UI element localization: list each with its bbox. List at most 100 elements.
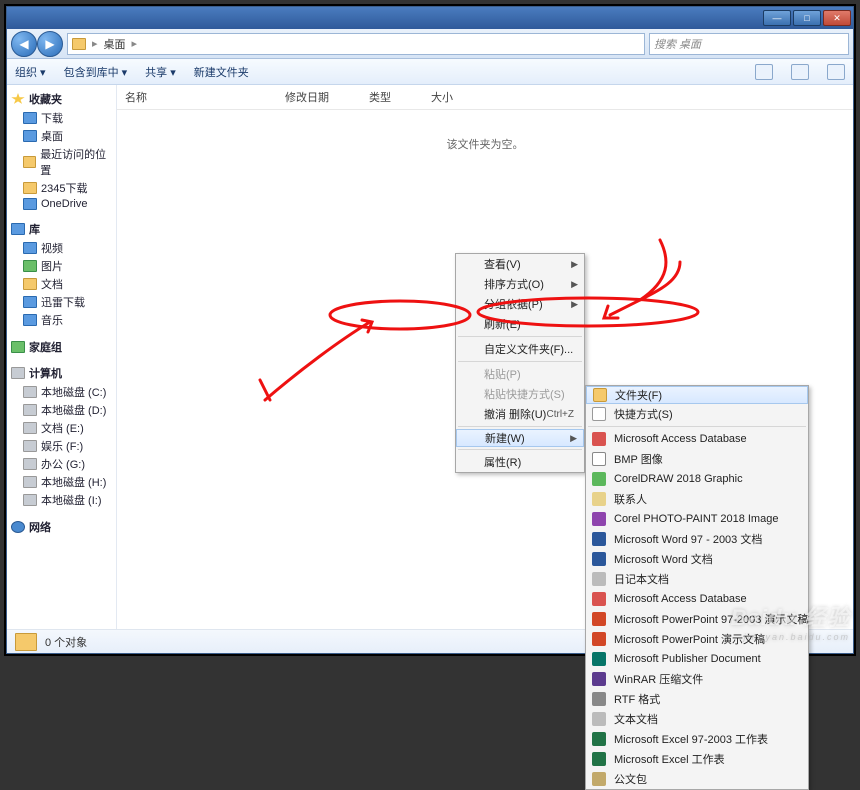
col-type[interactable]: 类型 [369, 89, 391, 105]
sidebar-item-downloads[interactable]: 下载 [41, 110, 63, 126]
sidebar-libraries-head[interactable]: 库 [29, 221, 40, 237]
menu-group[interactable]: 分组依据(P)▶ [456, 294, 584, 314]
sidebar-network-head[interactable]: 网络 [29, 519, 51, 535]
sidebar-item-documents[interactable]: 文档 [41, 276, 63, 292]
sidebar-item-drive-h[interactable]: 本地磁盘 (H:) [41, 474, 106, 490]
preview-pane-button[interactable] [791, 64, 809, 80]
col-name[interactable]: 名称 [125, 89, 245, 105]
file-list-area[interactable]: 名称 修改日期 类型 大小 该文件夹为空。 查看(V)▶ 排序方式(O)▶ 分组… [117, 85, 853, 629]
drive-icon [23, 422, 37, 434]
breadcrumb-sep: ▸ [92, 37, 98, 50]
menu-view[interactable]: 查看(V)▶ [456, 254, 584, 274]
submenu-item[interactable]: WinRAR 压缩文件 [586, 669, 808, 689]
filetype-icon [592, 632, 606, 646]
submenu-item[interactable]: Corel PHOTO-PAINT 2018 Image [586, 509, 808, 529]
submenu-item[interactable]: BMP 图像 [586, 449, 808, 469]
submenu-item[interactable]: Microsoft Publisher Document [586, 649, 808, 669]
desktop-icon [23, 130, 37, 142]
submenu-item[interactable]: CorelDRAW 2018 Graphic [586, 469, 808, 489]
filetype-icon [592, 452, 606, 466]
filetype-icon [592, 512, 606, 526]
submenu-item[interactable]: 联系人 [586, 489, 808, 509]
star-icon [11, 93, 25, 105]
menu-undo[interactable]: 撤消 删除(U)Ctrl+Z [456, 404, 584, 424]
submenu-item[interactable]: Microsoft Access Database [586, 429, 808, 449]
filetype-icon [592, 592, 606, 606]
filetype-icon [592, 772, 606, 786]
submenu-item[interactable]: RTF 格式 [586, 689, 808, 709]
col-date[interactable]: 修改日期 [285, 89, 329, 105]
sidebar-item-desktop[interactable]: 桌面 [41, 128, 63, 144]
menu-properties[interactable]: 属性(R) [456, 452, 584, 472]
back-button[interactable]: ◀ [11, 31, 37, 57]
submenu-item-label: Microsoft Excel 工作表 [614, 751, 725, 767]
submenu-item[interactable]: 日记本文档 [586, 569, 808, 589]
breadcrumb-desktop[interactable]: 桌面 [104, 36, 126, 52]
minimize-button[interactable]: — [763, 10, 791, 26]
submenu-item[interactable]: 公文包 [586, 769, 808, 789]
onedrive-icon [23, 198, 37, 210]
column-headers[interactable]: 名称 修改日期 类型 大小 [117, 85, 853, 110]
help-button[interactable] [827, 64, 845, 80]
sidebar-item-music[interactable]: 音乐 [41, 312, 63, 328]
view-options-button[interactable] [755, 64, 773, 80]
folder-icon [15, 633, 37, 651]
sidebar-item-drive-e[interactable]: 文档 (E:) [41, 420, 84, 436]
breadcrumb-sep: ▸ [132, 37, 138, 50]
sidebar-item-drive-g[interactable]: 办公 (G:) [41, 456, 85, 472]
sidebar-item-2345[interactable]: 2345下载 [41, 180, 87, 196]
submenu-item-label: Microsoft Word 97 - 2003 文档 [614, 531, 762, 547]
include-in-library-menu[interactable]: 包含到库中 ▾ [64, 64, 128, 80]
submenu-item[interactable]: Microsoft Excel 工作表 [586, 749, 808, 769]
submenu-item[interactable]: Microsoft Word 97 - 2003 文档 [586, 529, 808, 549]
submenu-item-label: Microsoft Access Database [614, 593, 747, 605]
sidebar-item-pictures[interactable]: 图片 [41, 258, 63, 274]
picture-icon [23, 260, 37, 272]
submenu-item-label: BMP 图像 [614, 451, 663, 467]
close-button[interactable]: ✕ [823, 10, 851, 26]
menu-customize[interactable]: 自定义文件夹(F)... [456, 339, 584, 359]
sidebar-item-drive-d[interactable]: 本地磁盘 (D:) [41, 402, 106, 418]
filetype-icon [592, 472, 606, 486]
address-bar[interactable]: ▸ 桌面 ▸ [67, 33, 645, 55]
sidebar-item-recent[interactable]: 最近访问的位置 [40, 146, 112, 178]
menu-new[interactable]: 新建(W)▶ [456, 429, 584, 447]
new-folder-button[interactable]: 新建文件夹 [194, 64, 249, 80]
sidebar-item-drive-c[interactable]: 本地磁盘 (C:) [41, 384, 106, 400]
menu-refresh[interactable]: 刷新(E) [456, 314, 584, 334]
document-icon [23, 278, 37, 290]
sidebar-computer-head[interactable]: 计算机 [29, 365, 62, 381]
col-size[interactable]: 大小 [431, 89, 453, 105]
library-icon [11, 223, 25, 235]
submenu-item-label: Corel PHOTO-PAINT 2018 Image [614, 513, 778, 525]
menu-paste: 粘贴(P) [456, 364, 584, 384]
sidebar-item-drive-f[interactable]: 娱乐 (F:) [41, 438, 83, 454]
menu-sort[interactable]: 排序方式(O)▶ [456, 274, 584, 294]
submenu-folder[interactable]: 文件夹(F) [586, 386, 808, 404]
sidebar-item-thunder[interactable]: 迅雷下载 [41, 294, 85, 310]
submenu-shortcut[interactable]: 快捷方式(S) [586, 404, 808, 424]
nav-bar: ◀ ▶ ▸ 桌面 ▸ 搜索 桌面 [7, 29, 853, 59]
sidebar-item-onedrive[interactable]: OneDrive [41, 198, 87, 210]
sidebar-favorites-head[interactable]: 收藏夹 [29, 91, 62, 107]
submenu-item[interactable]: 文本文档 [586, 709, 808, 729]
organize-menu[interactable]: 组织 ▾ [15, 64, 46, 80]
submenu-item-label: 联系人 [614, 491, 647, 507]
share-menu[interactable]: 共享 ▾ [145, 64, 176, 80]
submenu-item-label: WinRAR 压缩文件 [614, 671, 703, 687]
sidebar-homegroup-head[interactable]: 家庭组 [29, 339, 62, 355]
filetype-icon [592, 732, 606, 746]
folder-icon [72, 38, 86, 50]
submenu-item[interactable]: Microsoft Word 文档 [586, 549, 808, 569]
sidebar-item-drive-i[interactable]: 本地磁盘 (I:) [41, 492, 102, 508]
search-input[interactable]: 搜索 桌面 [649, 33, 849, 55]
toolbar: 组织 ▾ 包含到库中 ▾ 共享 ▾ 新建文件夹 [7, 59, 853, 85]
drive-icon [23, 476, 37, 488]
computer-icon [11, 367, 25, 379]
forward-button[interactable]: ▶ [37, 31, 63, 57]
maximize-button[interactable]: □ [793, 10, 821, 26]
submenu-item[interactable]: Microsoft Excel 97-2003 工作表 [586, 729, 808, 749]
empty-folder-label: 该文件夹为空。 [117, 136, 853, 152]
filetype-icon [592, 672, 606, 686]
sidebar-item-video[interactable]: 视频 [41, 240, 63, 256]
